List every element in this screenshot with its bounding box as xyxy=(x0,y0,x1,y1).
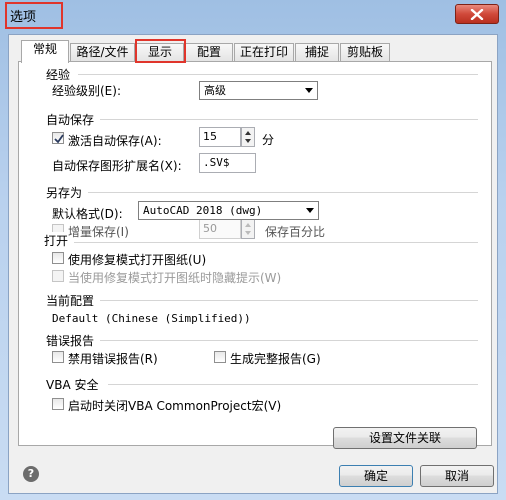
experience-level-value: 高级 xyxy=(204,84,226,97)
tab-snap[interactable]: 捕捉 xyxy=(295,43,339,62)
incremental-save-label: 增量保存(I) xyxy=(68,225,129,239)
saveas-divider xyxy=(88,192,478,193)
default-format-value: AutoCAD 2018 (dwg) xyxy=(143,204,263,217)
disable-error-report-checkbox[interactable] xyxy=(52,351,64,363)
tab-plotting[interactable]: 正在打印 xyxy=(234,43,294,62)
title-bar: 选项 xyxy=(0,0,506,34)
open-group-title: 打开 xyxy=(44,232,69,249)
vba-group-title: VBA 安全 xyxy=(46,376,99,393)
open-repair-mode-checkbox[interactable] xyxy=(52,252,64,264)
options-dialog: 选项 常规 路径/文件 显示 配置 正在打印 捕捉 剪贴板 经验 经验级别(E)… xyxy=(0,0,506,500)
error-report-divider xyxy=(100,340,478,341)
incremental-save-input[interactable]: 50 xyxy=(199,219,241,239)
help-icon[interactable]: ? xyxy=(23,466,39,482)
chevron-down-icon xyxy=(305,88,313,93)
close-icon xyxy=(470,9,484,20)
autosave-unit: 分 xyxy=(262,133,275,147)
title-highlight-box xyxy=(5,2,63,29)
autosave-minutes-input[interactable]: 15 xyxy=(199,127,241,147)
autosave-minutes-spinner[interactable] xyxy=(241,127,255,147)
autosave-label: 激活自动保存(A): xyxy=(68,134,162,148)
tab-clipboard[interactable]: 剪贴板 xyxy=(340,43,390,62)
chevron-down-icon xyxy=(306,208,314,213)
current-profile-group-title: 当前配置 xyxy=(46,292,95,309)
close-button[interactable] xyxy=(455,4,499,24)
tab-general[interactable]: 常规 xyxy=(21,40,69,63)
open-repair-mode-label: 使用修复模式打开图纸(U) xyxy=(68,253,207,267)
open-divider xyxy=(74,242,478,243)
hide-repair-prompt-label: 当使用修复模式打开图纸时隐藏提示(W) xyxy=(68,271,282,285)
full-report-label: 生成完整报告(G) xyxy=(230,352,321,366)
disable-error-report-label: 禁用错误报告(R) xyxy=(68,352,158,366)
incremental-save-spinner[interactable] xyxy=(241,219,255,239)
error-report-group-title: 错误报告 xyxy=(46,332,95,349)
vba-divider xyxy=(108,384,478,385)
cancel-button[interactable]: 取消 xyxy=(420,465,494,487)
current-profile-divider xyxy=(100,300,478,301)
full-report-checkbox[interactable] xyxy=(214,351,226,363)
experience-level-label: 经验级别(E): xyxy=(52,84,121,98)
checkmark-icon xyxy=(54,134,64,144)
experience-level-select[interactable]: 高级 xyxy=(199,81,318,100)
tab-paths-files[interactable]: 路径/文件 xyxy=(70,43,135,62)
display-tab-highlight xyxy=(135,39,186,63)
experience-group-title: 经验 xyxy=(46,66,71,83)
experience-divider xyxy=(78,74,478,75)
autosave-divider xyxy=(100,119,478,120)
autosave-checkbox[interactable] xyxy=(52,132,64,144)
ok-button[interactable]: 确定 xyxy=(339,465,413,487)
saveas-group-title: 另存为 xyxy=(46,184,83,201)
default-format-label: 默认格式(D): xyxy=(52,207,123,221)
tab-profiles[interactable]: 配置 xyxy=(185,43,233,62)
save-percentage-label: 保存百分比 xyxy=(265,225,326,239)
current-profile-value: Default (Chinese (Simplified)) xyxy=(52,312,251,325)
default-format-select[interactable]: AutoCAD 2018 (dwg) xyxy=(138,201,319,220)
vba-close-label: 启动时关闭VBA CommonProject宏(V) xyxy=(68,399,282,413)
file-association-button[interactable]: 设置文件关联 xyxy=(333,427,477,449)
vba-close-checkbox[interactable] xyxy=(52,398,64,410)
hide-repair-prompt-checkbox[interactable] xyxy=(52,270,64,282)
autosave-extension-input[interactable]: .SV$ xyxy=(199,153,256,173)
autosave-extension-label: 自动保存图形扩展名(X): xyxy=(52,159,182,173)
autosave-group-title: 自动保存 xyxy=(46,111,95,128)
